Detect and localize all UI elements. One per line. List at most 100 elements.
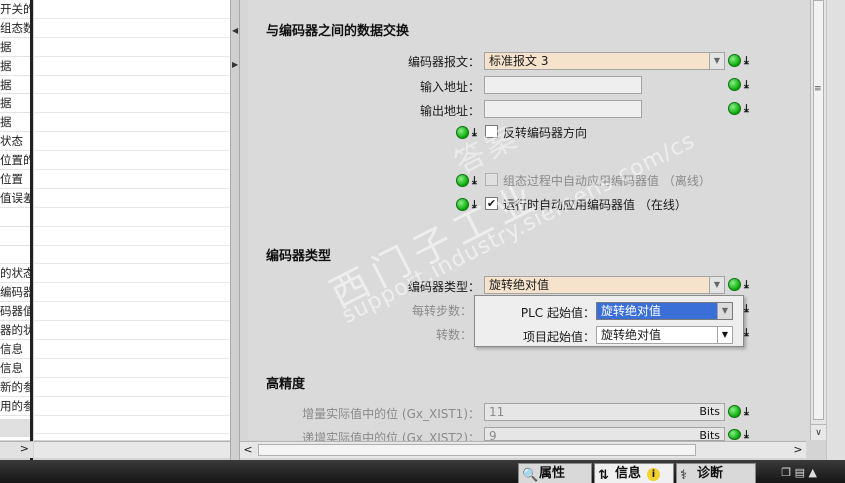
list-item[interactable] bbox=[0, 246, 32, 265]
list-item[interactable]: 的状态 bbox=[0, 264, 32, 284]
telegram-value: 标准报文 3 bbox=[489, 54, 549, 68]
table-row[interactable] bbox=[34, 208, 230, 227]
download-icon[interactable]: ⤓ bbox=[744, 278, 749, 292]
list-item[interactable]: 开关的 bbox=[0, 0, 32, 19]
scroll-down-icon[interactable]: ∨ bbox=[811, 424, 826, 440]
chevron-down-icon[interactable]: ▼ bbox=[717, 303, 732, 319]
tab-info[interactable]: ⇅ 信息 i bbox=[594, 463, 674, 483]
invert-direction-checkbox[interactable] bbox=[485, 125, 498, 138]
bits-unit: Bits bbox=[699, 429, 720, 441]
download-icon[interactable]: ⤓ bbox=[744, 54, 749, 68]
plc-start-select[interactable]: 旋转绝对值 ▼ bbox=[596, 302, 733, 320]
maximize-icon[interactable]: ▤ bbox=[795, 466, 805, 479]
tab-diagnostics[interactable]: ⚕ 诊断 bbox=[676, 463, 756, 483]
scroll-left-icon[interactable]: < bbox=[240, 442, 256, 458]
incr-bits-value: 11 bbox=[489, 405, 505, 419]
left-hscrollbar[interactable]: > bbox=[0, 441, 33, 458]
list-item[interactable]: 值误差 bbox=[0, 189, 32, 208]
restore-icon[interactable]: ❐ bbox=[781, 466, 791, 479]
collapse-up-icon[interactable]: ▲ bbox=[809, 466, 817, 479]
expand-right-icon[interactable]: ▶ bbox=[232, 60, 238, 69]
table-row[interactable] bbox=[34, 378, 230, 397]
panel-splitter[interactable]: ◀ ▶ bbox=[230, 0, 240, 460]
list-item[interactable] bbox=[0, 227, 32, 246]
table-row[interactable] bbox=[34, 397, 230, 416]
list-item[interactable]: 用的参 bbox=[0, 397, 32, 416]
overview-panel bbox=[34, 0, 230, 440]
list-item[interactable]: 组态数 bbox=[0, 19, 32, 38]
list-item[interactable]: 据 bbox=[0, 57, 32, 76]
project-start-select[interactable]: 旋转绝对值 ▼ bbox=[596, 326, 733, 344]
table-row[interactable] bbox=[34, 170, 230, 189]
download-icon[interactable]: ⤓ bbox=[744, 102, 749, 116]
incr-bits-field[interactable]: 11 Bits bbox=[484, 403, 725, 421]
download-icon[interactable]: ⤓ bbox=[744, 302, 749, 316]
scroll-right-icon[interactable]: > bbox=[790, 442, 806, 458]
table-row[interactable] bbox=[34, 76, 230, 95]
download-icon[interactable]: ⤓ bbox=[744, 78, 749, 92]
list-item[interactable]: 位置的 bbox=[0, 151, 32, 171]
list-item[interactable]: 器的状 bbox=[0, 321, 32, 341]
table-row[interactable] bbox=[34, 416, 230, 435]
list-item[interactable]: 据 bbox=[0, 94, 32, 114]
table-row[interactable] bbox=[34, 57, 230, 76]
tab-properties-label: 属性 bbox=[539, 466, 566, 481]
list-item[interactable]: 位置 bbox=[0, 170, 32, 189]
hscroll-thumb[interactable] bbox=[258, 444, 696, 456]
tab-properties[interactable]: 🔍属性 bbox=[518, 463, 592, 483]
input-address-field[interactable] bbox=[484, 76, 642, 94]
list-item[interactable]: 据 bbox=[0, 113, 32, 133]
table-row[interactable] bbox=[34, 189, 230, 208]
chevron-down-icon[interactable]: ▼ bbox=[717, 327, 732, 343]
table-row[interactable] bbox=[34, 302, 230, 322]
download-icon[interactable]: ⤓ bbox=[472, 174, 477, 188]
table-row[interactable] bbox=[34, 113, 230, 133]
telegram-select[interactable]: 标准报文 3 ▼ bbox=[484, 52, 725, 70]
table-row[interactable] bbox=[34, 359, 230, 378]
collapse-left-icon[interactable]: ◀ bbox=[232, 26, 238, 35]
table-row[interactable] bbox=[34, 227, 230, 246]
list-item[interactable]: 码器值 bbox=[0, 302, 32, 322]
mid-hscrollbar[interactable] bbox=[34, 441, 230, 458]
selected-row[interactable] bbox=[0, 419, 32, 437]
chevron-down-icon[interactable]: ▼ bbox=[709, 53, 724, 69]
table-row[interactable] bbox=[34, 340, 230, 359]
properties-vscrollbar[interactable]: ≡ ∨ bbox=[810, 0, 826, 440]
table-row[interactable] bbox=[34, 283, 230, 303]
list-item[interactable]: 据 bbox=[0, 76, 32, 95]
encoder-type-select[interactable]: 旋转绝对值 ▼ bbox=[484, 276, 725, 294]
panel-tools[interactable]: ❐ ▤ ▲ bbox=[781, 466, 817, 479]
table-row[interactable] bbox=[34, 38, 230, 57]
scroll-right-icon[interactable]: > bbox=[20, 442, 29, 455]
list-item[interactable]: 信息 bbox=[0, 359, 32, 378]
download-icon[interactable]: ⤓ bbox=[472, 198, 477, 212]
table-row[interactable] bbox=[34, 264, 230, 284]
list-item[interactable] bbox=[0, 208, 32, 227]
table-row[interactable] bbox=[34, 132, 230, 152]
table-row[interactable] bbox=[34, 94, 230, 114]
chevron-down-icon[interactable]: ▼ bbox=[709, 277, 724, 293]
table-row[interactable] bbox=[34, 151, 230, 171]
list-item[interactable]: 据 bbox=[0, 38, 32, 57]
auto-apply-online-checkbox[interactable]: ✔ bbox=[485, 197, 498, 210]
download-icon[interactable]: ⤓ bbox=[744, 405, 749, 419]
auto-apply-offline-checkbox[interactable] bbox=[485, 173, 498, 186]
output-address-field[interactable] bbox=[484, 100, 642, 118]
status-dot-icon bbox=[728, 78, 741, 91]
download-icon[interactable]: ⤓ bbox=[472, 126, 477, 140]
vscroll-thumb[interactable] bbox=[813, 0, 824, 420]
table-row[interactable] bbox=[34, 0, 230, 19]
auto-apply-offline-label: 组态过程中自动应用编码器值 （离线） bbox=[503, 174, 711, 188]
info-tab-icon: ⇅ bbox=[598, 468, 609, 483]
abs-bits-field[interactable]: 9 Bits bbox=[484, 427, 725, 441]
list-item[interactable]: 信息 bbox=[0, 340, 32, 359]
properties-hscrollbar[interactable]: < > bbox=[240, 441, 806, 458]
download-icon[interactable]: ⤓ bbox=[744, 326, 749, 340]
table-row[interactable] bbox=[34, 246, 230, 265]
download-icon[interactable]: ⤓ bbox=[744, 428, 749, 442]
list-item[interactable]: 新的参 bbox=[0, 378, 32, 397]
list-item[interactable]: 编码器 bbox=[0, 283, 32, 303]
table-row[interactable] bbox=[34, 19, 230, 38]
table-row[interactable] bbox=[34, 321, 230, 341]
list-item[interactable]: 状态 bbox=[0, 132, 32, 152]
